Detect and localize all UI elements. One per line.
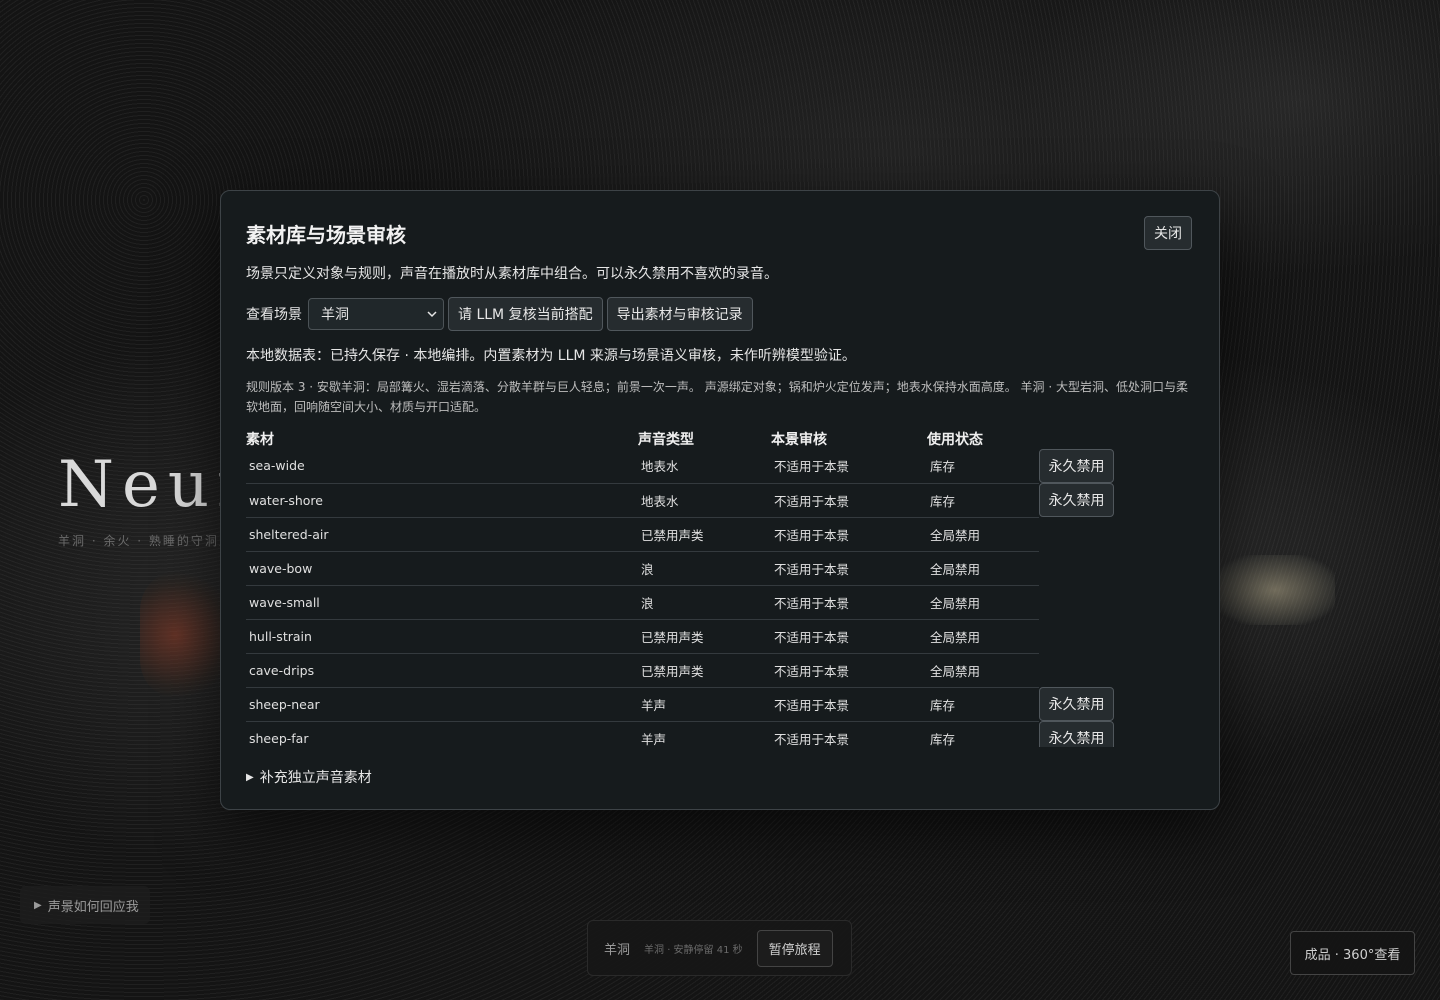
cell-material: water-shore	[246, 483, 638, 518]
hero-subtitle: 羊洞 · 余火 · 熟睡的守洞人	[58, 534, 233, 548]
cell-status: 全局禁用	[927, 585, 1039, 620]
cell-status: 库存	[927, 721, 1039, 747]
cell-material: wave-small	[246, 585, 638, 620]
disclosure-triangle-icon: ▶	[34, 899, 42, 911]
scene-select-value: 羊洞	[321, 307, 349, 323]
extra-materials-toggle[interactable]: ▶ 补充独立声音素材	[246, 767, 372, 787]
table-row: sheep-far 羊声 不适用于本景 库存 永久禁用	[246, 721, 1196, 747]
help-toggle-label: 声景如何回应我	[47, 899, 139, 915]
cell-action	[1039, 517, 1196, 551]
view-360-button[interactable]: 成品 · 360°查看	[1290, 931, 1415, 975]
rules-note: 规则版本 3 · 安歇羊洞：局部篝火、湿岩滴落、分散羊群与巨人轻息；前景一次一声…	[246, 380, 1188, 414]
cell-review: 不适用于本景	[771, 483, 927, 518]
column-header-action	[1039, 429, 1196, 449]
scene-controls: 查看场景 羊洞 请 LLM 复核当前搭配 导出素材与审核记录	[246, 297, 753, 331]
cell-action	[1039, 585, 1196, 619]
cell-material: hull-strain	[246, 619, 638, 654]
table-row: wave-small 浪不适用于本景 全局禁用	[246, 585, 1196, 620]
ban-forever-button[interactable]: 永久禁用	[1039, 721, 1114, 747]
cell-action: 永久禁用	[1039, 721, 1196, 747]
table-row: hull-strain 已禁用声类 不适用于本景 全局禁用	[246, 619, 1196, 654]
cell-action: 永久禁用	[1039, 687, 1196, 721]
cell-material: wave-bow	[246, 551, 638, 586]
ban-forever-button[interactable]: 永久禁用	[1039, 483, 1114, 517]
ban-forever-button[interactable]: 永久禁用	[1039, 687, 1114, 721]
cell-sound-type: 羊声	[638, 721, 771, 747]
player-status: 羊洞 · 安静停留 41 秒	[644, 944, 743, 956]
cell-material: cave-drips	[246, 653, 638, 688]
cell-sound-type: 地表水	[638, 449, 771, 484]
column-header-status: 使用状态	[927, 432, 983, 448]
scene-select[interactable]: 羊洞	[308, 298, 444, 330]
table-row: sea-wide 地表水 不适用于本景 库存 永久禁用	[246, 449, 1196, 484]
table-row: cave-drips 已禁用声类 不适用于本景 全局禁用	[246, 653, 1196, 688]
column-header-material: 素材	[246, 432, 274, 448]
cell-status: 全局禁用	[927, 517, 1039, 552]
cell-review: 不适用于本景	[771, 653, 927, 688]
dialog-title: 素材库与场景审核	[246, 223, 406, 247]
cell-status: 全局禁用	[927, 653, 1039, 688]
scene-select-label: 查看场景	[246, 307, 302, 323]
cell-review: 不适用于本景	[771, 687, 927, 722]
cell-action	[1039, 551, 1196, 585]
cell-review: 不适用于本景	[771, 619, 927, 654]
close-button[interactable]: 关闭	[1144, 216, 1192, 250]
cell-action	[1039, 653, 1196, 687]
player-scene-name: 羊洞	[604, 942, 631, 958]
cell-status: 库存	[927, 483, 1039, 518]
player-bar: 羊洞 羊洞 · 安静停留 41 秒 暂停旅程	[587, 920, 852, 976]
disclosure-triangle-icon: ▶	[246, 771, 254, 783]
cell-status: 库存	[927, 687, 1039, 722]
cell-action: 永久禁用	[1039, 449, 1196, 483]
cell-review: 不适用于本景	[771, 551, 927, 586]
cell-sound-type: 已禁用声类	[638, 517, 771, 552]
cell-sound-type: 已禁用声类	[638, 619, 771, 654]
column-header-review: 本景审核	[771, 432, 827, 448]
cell-action: 永久禁用	[1039, 483, 1196, 517]
cell-sound-type: 已禁用声类	[638, 653, 771, 688]
storage-note: 本地数据表：已持久保存 · 本地编排。内置素材为 LLM 来源与场景语义审核，未…	[246, 348, 856, 364]
cell-sound-type: 羊声	[638, 687, 771, 722]
cell-material: sea-wide	[246, 449, 638, 484]
table-row: water-shore 地表水 不适用于本景 库存 永久禁用	[246, 483, 1196, 518]
library-table-container[interactable]: 素材 声音类型 本景审核 使用状态 sea-wide 地表水 不适用于本景 库存 永久禁…	[246, 429, 1196, 747]
table-row: sheltered-air 已禁用声类 不适用于本景 全局禁用	[246, 517, 1196, 552]
dialog-description: 场景只定义对象与规则，声音在播放时从素材库中组合。可以永久禁用不喜欢的录音。	[246, 266, 778, 282]
pause-journey-button[interactable]: 暂停旅程	[756, 929, 833, 967]
cell-status: 全局禁用	[927, 551, 1039, 586]
scene-object-right	[1215, 555, 1335, 625]
cell-review: 不适用于本景	[771, 585, 927, 620]
column-header-sound-type: 声音类型	[638, 432, 694, 448]
cell-status: 库存	[927, 449, 1039, 484]
extra-materials-label: 补充独立声音素材	[259, 770, 372, 786]
table-row: sheep-near 羊声 不适用于本景 库存 永久禁用	[246, 687, 1196, 722]
cell-status: 全局禁用	[927, 619, 1039, 654]
export-button[interactable]: 导出素材与审核记录	[606, 297, 753, 331]
cell-review: 不适用于本景	[771, 517, 927, 552]
chevron-down-icon	[427, 311, 437, 318]
cell-sound-type: 浪	[638, 585, 771, 620]
help-toggle[interactable]: ▶ 声景如何回应我	[20, 886, 150, 924]
cell-sound-type: 地表水	[638, 483, 771, 518]
cell-sound-type: 浪	[638, 551, 771, 586]
cell-material: sheep-far	[246, 721, 638, 747]
table-row: wave-bow 浪不适用于本景 全局禁用	[246, 551, 1196, 586]
cell-review: 不适用于本景	[771, 449, 927, 484]
cell-action	[1039, 619, 1196, 653]
table-header-row: 素材 声音类型 本景审核 使用状态	[246, 429, 1196, 449]
ban-forever-button[interactable]: 永久禁用	[1039, 449, 1114, 483]
library-review-dialog: 素材库与场景审核 关闭 场景只定义对象与规则，声音在播放时从素材库中组合。可以永…	[220, 190, 1220, 810]
llm-review-button[interactable]: 请 LLM 复核当前搭配	[448, 297, 603, 331]
cell-review: 不适用于本景	[771, 721, 927, 747]
cell-material: sheltered-air	[246, 517, 638, 552]
library-table: 素材 声音类型 本景审核 使用状态 sea-wide 地表水 不适用于本景 库存 永久禁…	[246, 429, 1196, 747]
cell-material: sheep-near	[246, 687, 638, 722]
scene-object-left	[140, 570, 230, 700]
